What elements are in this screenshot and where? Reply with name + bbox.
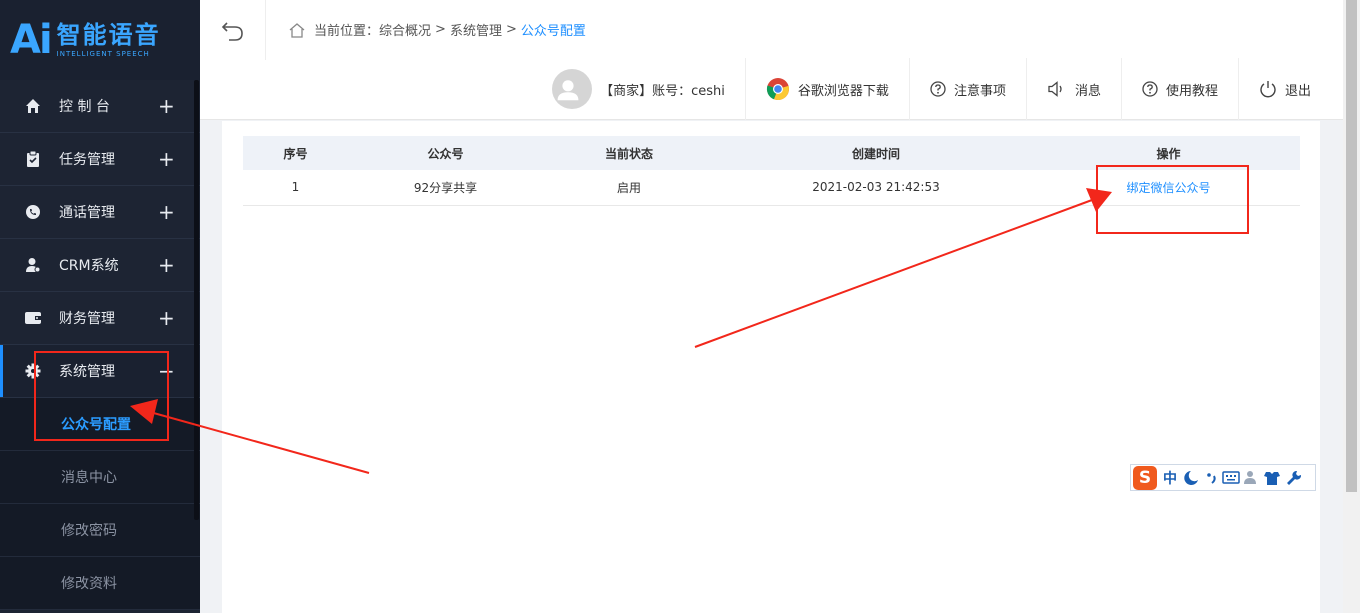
expand-icon[interactable]: + <box>158 253 175 277</box>
clipboard-icon <box>24 150 42 168</box>
account-label: 【商家】账号：ceshi <box>600 83 725 99</box>
topbar-actions: 【商家】账号：ceshi 谷歌浏览器下载 注意事项 消息 使用教程 退出 <box>532 58 1343 120</box>
ime-tools-icon[interactable] <box>1183 468 1313 488</box>
notice-link[interactable]: 注意事项 <box>908 58 1026 120</box>
sidebar-subitem-change-password[interactable]: 修改密码 <box>0 504 200 557</box>
sidebar-item-crm[interactable]: CRM系统 + <box>0 239 200 292</box>
sidebar-item-label: 通话管理 <box>59 205 115 221</box>
home-outline-icon[interactable] <box>288 22 306 38</box>
expand-icon[interactable]: + <box>158 147 175 171</box>
cell-account: 92分享共享 <box>348 170 543 206</box>
chrome-download-label: 谷歌浏览器下载 <box>797 83 889 99</box>
home-icon <box>24 97 42 115</box>
sidebar-item-tasks[interactable]: 任务管理 + <box>0 133 200 186</box>
sidebar-item-label: 财务管理 <box>59 311 115 327</box>
speaker-icon <box>1048 81 1062 97</box>
breadcrumb-system[interactable]: 系统管理 <box>450 20 502 39</box>
column-header-created: 创建时间 <box>715 136 1037 170</box>
user-icon <box>24 256 42 274</box>
sogou-logo-icon[interactable]: S <box>1133 465 1157 490</box>
sidebar-subitem-messages[interactable]: 消息中心 <box>0 451 200 504</box>
sidebar-item-dashboard[interactable]: 控 制 台 + <box>0 80 200 133</box>
cell-created: 2021-02-03 21:42:53 <box>715 170 1037 206</box>
sidebar-item-finance[interactable]: 财务管理 + <box>0 292 200 345</box>
undo-icon <box>221 22 243 41</box>
divider <box>265 0 266 60</box>
column-header-index: 序号 <box>243 136 348 170</box>
expand-icon[interactable]: + <box>158 94 175 118</box>
breadcrumb-prefix: 当前位置： <box>314 24 380 39</box>
breadcrumb: 当前位置： 综合概况 > 系统管理 > 公众号配置 <box>288 20 586 39</box>
sidebar-subitem-edit-profile[interactable]: 修改资料 <box>0 557 200 610</box>
breadcrumb-separator: > <box>505 22 517 37</box>
message-link[interactable]: 消息 <box>1025 58 1121 120</box>
sidebar-item-label: 控 制 台 <box>59 99 110 115</box>
breadcrumb-current: 公众号配置 <box>520 24 586 39</box>
help-icon <box>1142 81 1158 97</box>
scrollbar-thumb[interactable] <box>1346 0 1357 492</box>
brand-logo: Ai 智能语音 INTELLIGENT SPEECH <box>0 0 200 80</box>
cell-index: 1 <box>243 170 348 206</box>
avatar <box>552 69 593 109</box>
sidebar-item-label: 任务管理 <box>59 152 115 168</box>
chrome-download-link[interactable]: 谷歌浏览器下载 <box>744 58 909 120</box>
tutorial-label: 使用教程 <box>1165 83 1218 99</box>
sidebar-scrollbar[interactable] <box>194 80 199 520</box>
sidebar-item-label: CRM系统 <box>59 258 119 274</box>
tutorial-link[interactable]: 使用教程 <box>1120 58 1238 120</box>
brand-tagline: INTELLIGENT SPEECH <box>56 50 150 59</box>
sidebar-item-calls[interactable]: 通话管理 + <box>0 186 200 239</box>
column-header-account: 公众号 <box>348 136 543 170</box>
logo-mark: Ai <box>10 17 53 63</box>
annotation-box-sidebar <box>34 351 169 441</box>
power-icon <box>1260 81 1276 98</box>
wallet-icon <box>24 309 42 327</box>
ime-mode[interactable]: 中 <box>1163 468 1177 488</box>
back-button[interactable] <box>220 18 246 44</box>
chrome-icon <box>766 78 789 101</box>
question-icon <box>930 81 946 97</box>
logout-button[interactable]: 退出 <box>1237 58 1343 120</box>
breadcrumb-overview[interactable]: 综合概况 <box>379 20 431 39</box>
account-info[interactable]: 【商家】账号：ceshi <box>532 58 745 120</box>
column-header-status: 当前状态 <box>543 136 715 170</box>
message-label: 消息 <box>1074 83 1101 99</box>
brand-name: 智能语音 <box>56 20 161 49</box>
sidebar: Ai 智能语音 INTELLIGENT SPEECH 控 制 台 + 任务管理 … <box>0 0 200 613</box>
ime-toolbar[interactable]: S 中 <box>1130 464 1316 491</box>
breadcrumb-separator: > <box>435 22 446 37</box>
expand-icon[interactable]: + <box>158 306 175 330</box>
page-scrollbar[interactable] <box>1343 0 1360 613</box>
expand-icon[interactable]: + <box>158 200 175 224</box>
notice-label: 注意事项 <box>953 83 1006 99</box>
topbar: 当前位置： 综合概况 > 系统管理 > 公众号配置 【商家】账号：ceshi 谷… <box>200 0 1343 120</box>
cell-status: 启用 <box>543 170 715 206</box>
phone-icon <box>24 203 42 221</box>
annotation-box-action <box>1096 165 1249 234</box>
logout-label: 退出 <box>1284 83 1311 99</box>
